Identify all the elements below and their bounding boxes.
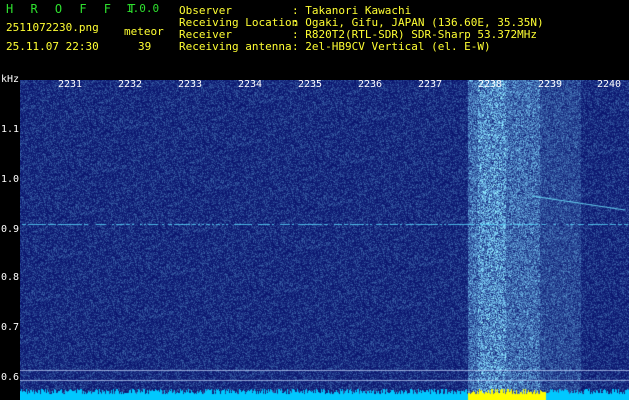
info-value-antenna: : 2el-HB9CV Vertical (el. E-W) — [292, 40, 491, 53]
meteor-label: meteor — [124, 25, 164, 38]
hroffft-window: { "app": { "name": "H R O F F T", "versi… — [0, 0, 629, 400]
meteor-count: 39 — [138, 40, 152, 53]
y-axis-unit: kHz — [1, 74, 20, 85]
x-tick-label: 2235 — [298, 79, 323, 90]
y-tick-label: 0.9 — [1, 224, 20, 235]
x-tick-label: 2234 — [238, 79, 263, 90]
x-tick-label: 2232 — [118, 79, 143, 90]
info-key-antenna: Receiving antenna — [179, 40, 292, 53]
x-tick-label: 2236 — [358, 79, 383, 90]
y-tick-label: 0.7 — [1, 322, 20, 333]
x-tick-label: 2240 — [597, 79, 622, 90]
x-tick-label: 2233 — [178, 79, 203, 90]
x-tick-label: 2238 — [478, 79, 503, 90]
y-tick-label: 0.8 — [1, 272, 20, 283]
x-tick-label: 2231 — [58, 79, 83, 90]
waterfall-spectrogram — [20, 80, 629, 400]
app-title: H R O F F T — [6, 2, 141, 16]
x-tick-label: 2239 — [538, 79, 563, 90]
file-name: 2511072230.png — [6, 21, 99, 34]
y-tick-label: 0.6 — [1, 372, 20, 383]
y-tick-label: 1.1 — [1, 124, 20, 135]
x-tick-label: 2237 — [418, 79, 443, 90]
y-tick-label: 1.0 — [1, 174, 20, 185]
file-timestamp: 25.11.07 22:30 — [6, 40, 99, 53]
app-version: 1.0.0 — [126, 2, 160, 15]
